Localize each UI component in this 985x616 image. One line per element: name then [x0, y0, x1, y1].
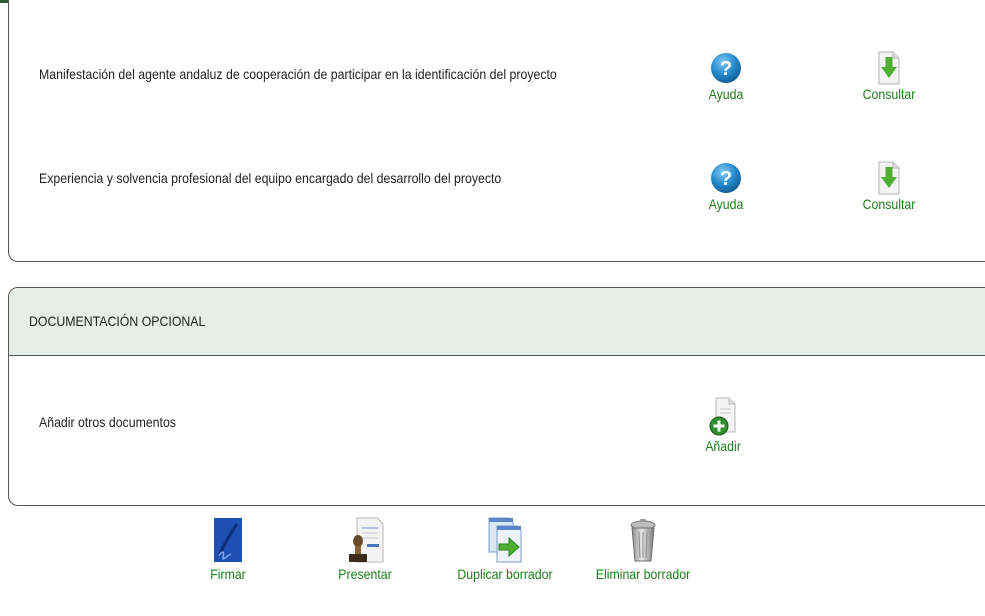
add-document-icon [709, 397, 736, 436]
copy-document-icon [488, 517, 522, 563]
question-circle-icon: ? [711, 163, 741, 193]
view-label: Consultar [862, 196, 916, 212]
duplicate-draft-label: Duplicar borrador [457, 566, 553, 582]
svg-text:?: ? [720, 168, 732, 190]
view-document-button[interactable]: Consultar [854, 160, 924, 212]
help-label: Ayuda [708, 196, 744, 212]
pen-sign-icon [214, 518, 242, 562]
help-button[interactable]: ? Ayuda [696, 50, 756, 102]
trash-icon [630, 519, 656, 562]
svg-text:?: ? [720, 58, 732, 80]
section-title: DOCUMENTACIÓN OPCIONAL [29, 313, 206, 329]
question-circle-icon: ? [711, 53, 741, 83]
optional-documents-panel: DOCUMENTACIÓN OPCIONAL Añadir otros docu… [8, 287, 985, 506]
sign-button[interactable]: Firmar [188, 516, 268, 582]
download-document-icon [878, 161, 900, 195]
document-row-label: Experiencia y solvencia profesional del … [39, 170, 502, 186]
stamp-document-icon [349, 517, 384, 563]
submit-button[interactable]: Presentar [320, 516, 410, 582]
required-documents-panel: Manifestación del agente andaluz de coop… [8, 0, 985, 262]
view-label: Consultar [862, 86, 916, 102]
view-document-button[interactable]: Consultar [854, 50, 924, 102]
submit-label: Presentar [338, 566, 392, 582]
document-row-label: Manifestación del agente andaluz de coop… [39, 66, 557, 82]
sign-label: Firmar [210, 566, 246, 582]
delete-draft-button[interactable]: Eliminar borrador [578, 516, 708, 582]
optional-documents-header: DOCUMENTACIÓN OPCIONAL [9, 288, 985, 356]
add-documents-label: Añadir otros documentos [39, 414, 176, 430]
help-label: Ayuda [708, 86, 744, 102]
duplicate-draft-button[interactable]: Duplicar borrador [440, 516, 570, 582]
delete-draft-label: Eliminar borrador [595, 566, 691, 582]
add-label: Añadir [705, 438, 741, 454]
help-button[interactable]: ? Ayuda [696, 160, 756, 212]
add-document-button[interactable]: Añadir [693, 396, 753, 454]
download-document-icon [878, 51, 900, 85]
